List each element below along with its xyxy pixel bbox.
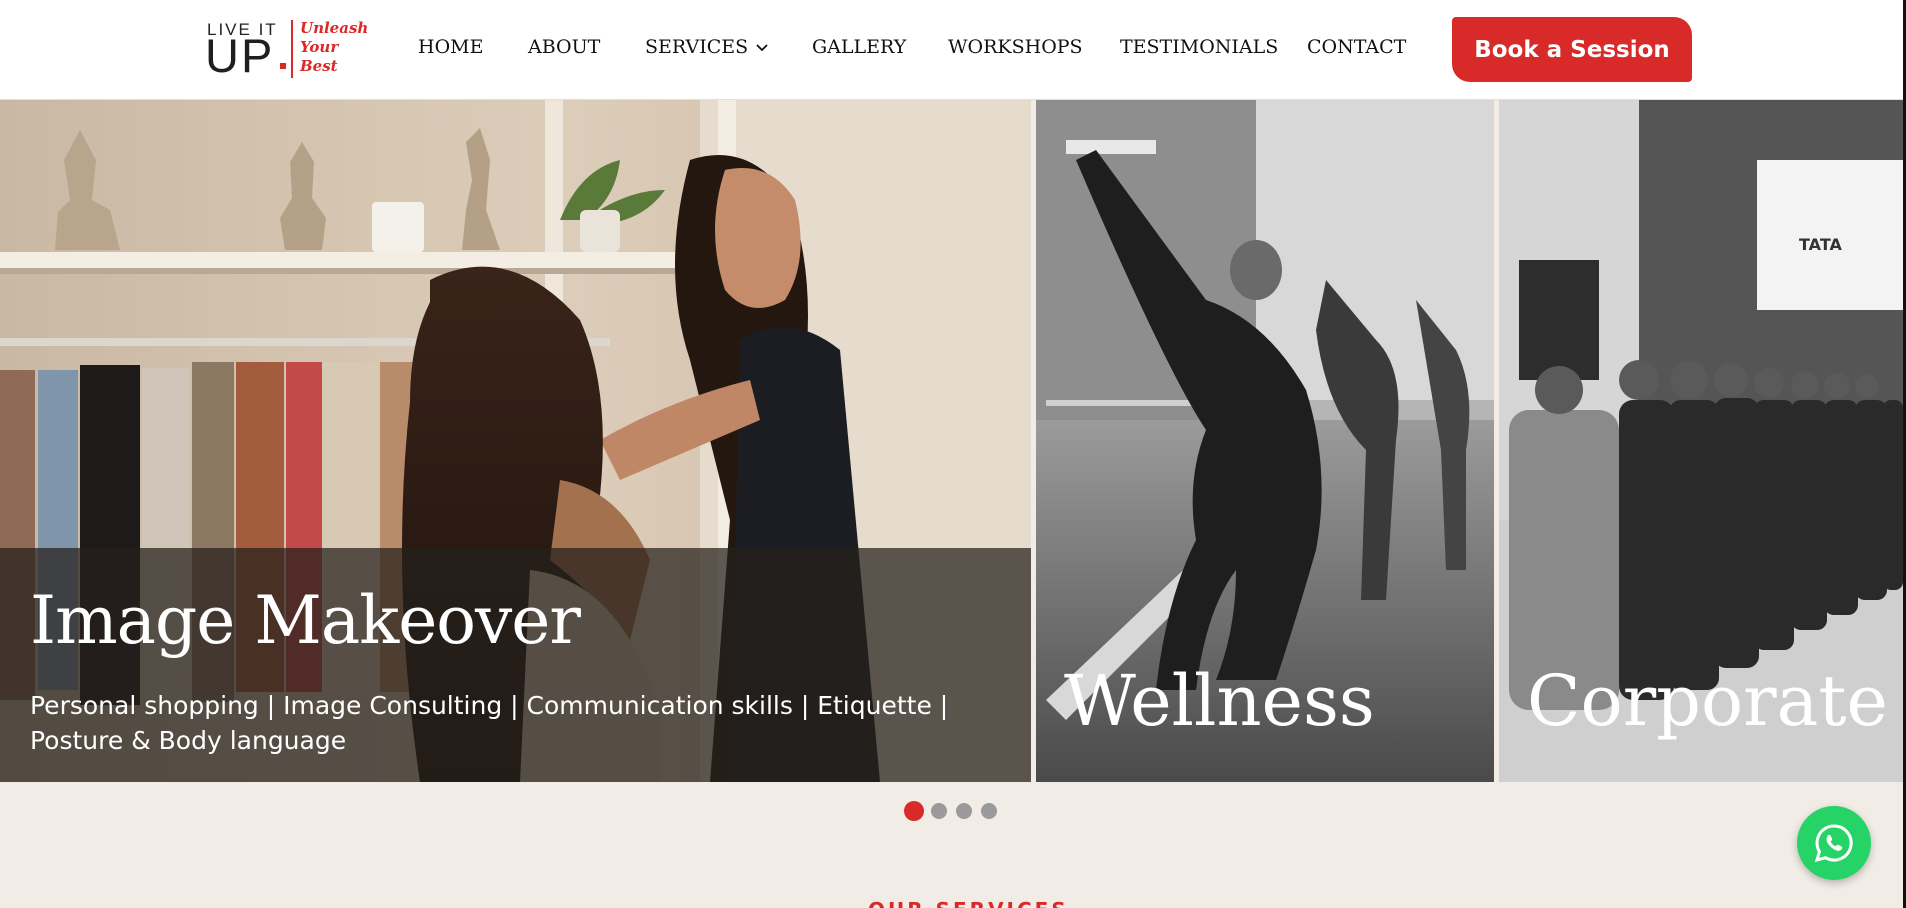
- chevron-down-icon: [756, 44, 768, 52]
- carousel-dot[interactable]: [956, 803, 972, 819]
- whatsapp-button[interactable]: [1797, 806, 1871, 880]
- slide-wellness[interactable]: Wellness: [1036, 100, 1494, 782]
- site-logo[interactable]: LIVE IT UP Unleash Your Best: [205, 18, 368, 82]
- slide-title: Wellness: [1064, 660, 1375, 742]
- slide-corporate-training[interactable]: TATA Corporate Tr: [1499, 100, 1903, 782]
- carousel-dot[interactable]: [904, 801, 924, 821]
- slide-title: Corporate Tr: [1527, 660, 1903, 742]
- tata-logo-text: TATA: [1799, 235, 1842, 254]
- slide-image-makeover[interactable]: Image Makeover Personal shopping | Image…: [0, 100, 1031, 782]
- logo-red-dot: [280, 63, 286, 69]
- section-heading-peek: OUR SERVICES: [868, 898, 1069, 908]
- whatsapp-icon: [1814, 824, 1853, 863]
- slide-subtitle: Personal shopping | Image Consulting | C…: [30, 691, 949, 755]
- logo-tagline-line: Unleash: [300, 19, 369, 37]
- logo-tagline-line: Your: [300, 38, 339, 56]
- nav-testimonials[interactable]: TESTIMONIALS: [1120, 36, 1278, 58]
- logo-tagline-line: Best: [300, 57, 338, 75]
- site-header: LIVE IT UP Unleash Your Best HOME ABOUT …: [0, 0, 1906, 99]
- logo-tagline: Unleash Your Best: [300, 19, 368, 76]
- carousel-dot[interactable]: [931, 803, 947, 819]
- nav-services-label: SERVICES: [645, 36, 749, 58]
- nav-about[interactable]: ABOUT: [528, 36, 600, 58]
- carousel-dot[interactable]: [981, 803, 997, 819]
- nav-gallery[interactable]: GALLERY: [812, 36, 906, 58]
- nav-workshops[interactable]: WORKSHOPS: [948, 36, 1083, 58]
- logo-up-text: UP: [205, 29, 275, 82]
- book-session-button[interactable]: Book a Session: [1452, 17, 1692, 82]
- nav-services[interactable]: SERVICES: [645, 36, 769, 58]
- logo-divider: [291, 20, 293, 78]
- nav-home[interactable]: HOME: [418, 36, 483, 58]
- nav-contact[interactable]: CONTACT: [1307, 36, 1406, 58]
- slide-title: Image Makeover: [30, 582, 581, 659]
